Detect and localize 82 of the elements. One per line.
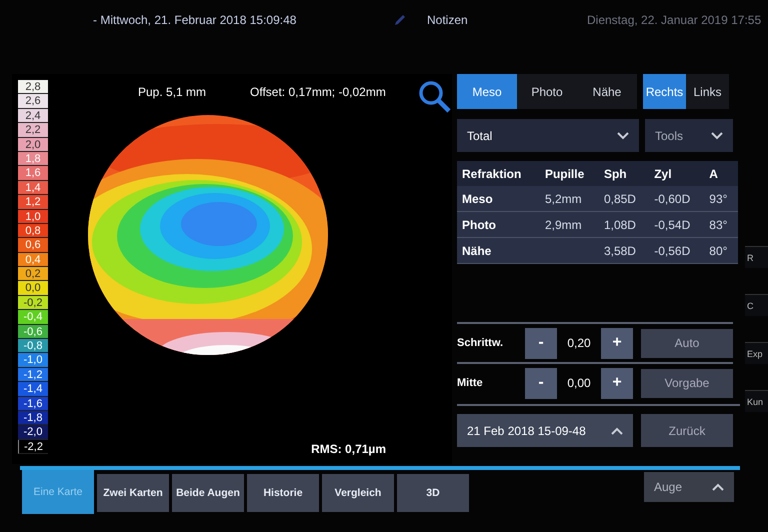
column-header: A	[704, 161, 738, 186]
rms-label: RMS: 0,71µm	[311, 442, 386, 456]
column-header: Pupille	[540, 161, 599, 186]
record-date: - Mittwoch, 21. Februar 2018 15:09:48	[93, 13, 298, 27]
table-cell: 80°	[704, 238, 738, 264]
tab[interactable]: Rechts	[643, 74, 686, 109]
tab[interactable]: Zwei Karten	[97, 474, 169, 512]
side-button[interactable]: R	[745, 246, 768, 268]
plus-button[interactable]: +	[601, 368, 633, 398]
color-scale-step: 0,4	[18, 252, 48, 268]
color-scale-step: 2,2	[18, 123, 48, 138]
minus-button[interactable]: -	[525, 368, 557, 398]
color-scale-step: 1,4	[18, 180, 48, 196]
search-icon[interactable]	[418, 80, 452, 114]
color-scale-step: -0,2	[18, 296, 48, 310]
action-button[interactable]: Vorgabe	[641, 368, 733, 398]
caret-down-icon	[711, 132, 723, 140]
color-scale-step: -1,2	[18, 368, 48, 382]
value-display: 0,00	[566, 376, 592, 390]
table-cell: 0,85D	[598, 186, 650, 212]
row-header: Photo	[457, 212, 540, 238]
table-cell: 93°	[704, 186, 738, 212]
table-cell: 5,2mm	[540, 186, 599, 212]
color-scale-step: -1,0	[18, 353, 48, 368]
field-label: Mitte	[457, 377, 484, 389]
side-button[interactable]: Kun	[745, 390, 768, 412]
color-scale-step: -0,6	[18, 324, 48, 340]
exam-dropdown[interactable]: 21 Feb 2018 15-09-48	[457, 414, 633, 447]
offset-label: Offset: 0,17mm; -0,02mm	[250, 85, 387, 99]
tab[interactable]: 3D	[397, 474, 469, 512]
table-cell: 2,9mm	[540, 212, 599, 238]
color-scale-step: 1,6	[18, 166, 48, 181]
column-header: Sph	[598, 161, 650, 186]
color-scale-step: -2,2	[18, 440, 48, 454]
color-scale-step: -1,4	[18, 382, 48, 397]
side-button[interactable]: C	[745, 294, 768, 316]
color-scale-step: 1,8	[18, 152, 48, 166]
color-scale-step: 0,2	[18, 267, 48, 282]
view-dropdown[interactable]: Total	[457, 119, 639, 152]
color-scale-step: 2,4	[18, 108, 48, 124]
color-scale-step: 2,0	[18, 138, 48, 152]
color-scale-step: -1,6	[18, 396, 48, 411]
color-scale-step: -0,8	[18, 339, 48, 354]
caret-up-icon	[712, 483, 724, 491]
notes-link[interactable]: Notizen	[427, 13, 587, 27]
color-scale-step: 0,8	[18, 224, 48, 238]
row-header: Meso	[457, 186, 540, 212]
value-display: 0,20	[566, 336, 592, 350]
pupil-label: Pup. 5,1 mm	[138, 85, 208, 99]
color-scale-step: 1,0	[18, 210, 48, 224]
table-cell: 3,58D	[598, 238, 650, 264]
tab[interactable]: Historie	[247, 474, 319, 512]
table-cell: -0,56D	[649, 238, 704, 264]
color-scale-step: 1,2	[18, 195, 48, 210]
column-header: Refraktion	[457, 161, 540, 186]
tab[interactable]: Beide Augen	[172, 474, 244, 512]
color-scale-step: -0,4	[18, 310, 48, 325]
color-scale-step: 2,6	[18, 94, 48, 109]
table-cell: 83°	[704, 212, 738, 238]
color-scale-step: 0,6	[18, 238, 48, 253]
color-scale-step: 0,0	[18, 281, 48, 296]
table-cell: -0,60D	[649, 186, 704, 212]
tab[interactable]: Vergleich	[322, 474, 394, 512]
color-scale-step: -2,0	[18, 425, 48, 440]
caret-up-icon	[611, 426, 623, 434]
table-cell: -0,54D	[649, 212, 704, 238]
current-date: Dienstag, 22. Januar 2019 17:55	[587, 13, 762, 27]
table-cell: 1,08D	[598, 212, 650, 238]
eye-dropdown[interactable]: Auge	[644, 472, 734, 502]
side-button[interactable]: Exp	[745, 342, 768, 364]
back-button[interactable]: Zurück	[641, 414, 733, 447]
column-header: Zyl	[649, 161, 704, 186]
tab[interactable]: Meso	[457, 74, 517, 109]
plus-button[interactable]: +	[601, 328, 633, 358]
color-scale-step: -1,8	[18, 410, 48, 426]
caret-down-icon	[617, 132, 629, 140]
tools-dropdown[interactable]: Tools	[645, 119, 733, 152]
minus-button[interactable]: -	[525, 328, 557, 358]
field-label: Schrittw.	[457, 337, 504, 349]
row-header: Nähe	[457, 238, 540, 264]
color-scale-step: 2,8	[18, 80, 48, 94]
action-button[interactable]: Auto	[641, 328, 733, 358]
